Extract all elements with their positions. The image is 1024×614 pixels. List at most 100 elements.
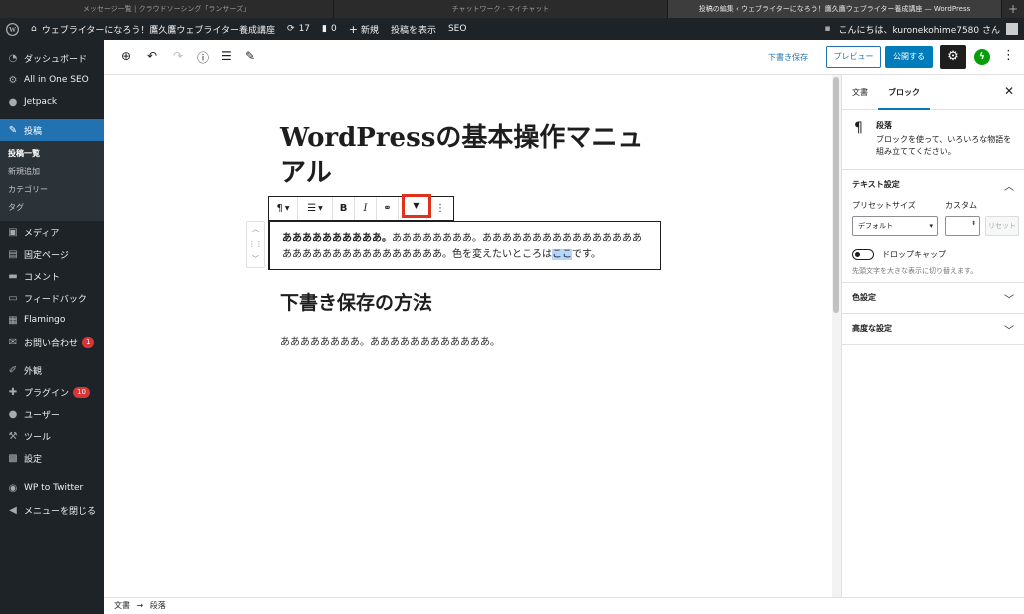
new-tab-button[interactable]: + xyxy=(1002,0,1024,18)
save-draft-button[interactable]: 下書き保存 xyxy=(768,52,808,63)
pin-icon: ✎ xyxy=(8,124,18,136)
submenu-all-posts[interactable]: 投稿一覧 xyxy=(0,145,104,163)
redo-icon[interactable]: ↷ xyxy=(173,49,183,63)
chevron-down-icon: ▾ xyxy=(929,222,933,230)
sidebar-item-flamingo[interactable]: ▦ Flamingo xyxy=(0,309,104,331)
sidebar-item-tools[interactable]: ⚒ ツール xyxy=(0,425,104,447)
settings-gear-button[interactable]: ⚙ xyxy=(940,45,966,69)
submenu-tags[interactable]: タグ xyxy=(0,199,104,217)
align-button[interactable]: ☰ ▼ xyxy=(298,197,333,220)
chevron-down-icon[interactable]: ﹀ xyxy=(1004,291,1014,306)
new-content-link[interactable]: + 新規 xyxy=(343,18,385,40)
preview-button[interactable]: プレビュー xyxy=(826,46,881,68)
home-icon: ⌂ xyxy=(31,24,37,34)
scroll-thumb[interactable] xyxy=(833,77,839,313)
sidebar-item-posts[interactable]: ✎ 投稿 xyxy=(0,119,104,141)
sidebar-item-all-in-one-seo[interactable]: ⚙ All in One SEO xyxy=(0,69,104,91)
sidebar-item-wp-to-twitter[interactable]: ◉ WP to Twitter xyxy=(0,477,104,499)
notification-icon: ▪ xyxy=(824,24,831,34)
submenu-add-new[interactable]: 新規追加 xyxy=(0,163,104,181)
wordpress-logo-icon[interactable]: W xyxy=(0,18,25,40)
chevron-down-icon[interactable]: ﹀ xyxy=(247,252,264,267)
color-settings-section[interactable]: 色設定 ﹀ xyxy=(842,283,1024,314)
sidebar-item-settings[interactable]: ▩ 設定 xyxy=(0,447,104,469)
jetpack-icon[interactable]: ϟ xyxy=(974,49,990,65)
sidebar-item-label: WP to Twitter xyxy=(24,483,84,493)
italic-button[interactable]: I xyxy=(355,197,377,220)
sidebar-item-media[interactable]: ▣ メディア xyxy=(0,221,104,243)
advanced-settings-toggle[interactable]: 高度な設定 xyxy=(842,314,1024,344)
chevron-down-icon[interactable]: ▼ xyxy=(402,194,431,218)
dashboard-icon: ◔ xyxy=(8,52,18,64)
browser-tab[interactable]: メッセージ一覧 | クラウドソーシング「ランサーズ」 xyxy=(0,0,334,18)
post-title[interactable]: WordPressの基本操作マニュアル xyxy=(280,121,660,191)
comments-link[interactable]: ▮ 0 xyxy=(316,18,343,40)
view-post-link[interactable]: 投稿を表示 xyxy=(385,18,442,40)
sidebar-item-plugins[interactable]: ✚ プラグイン 10 xyxy=(0,381,104,403)
dropcap-toggle[interactable] xyxy=(852,249,874,260)
selected-text: ここ xyxy=(552,249,572,260)
text-settings-toggle[interactable]: テキスト設定 xyxy=(842,170,1024,200)
chevron-up-icon[interactable]: ︿ xyxy=(247,222,264,237)
color-settings-toggle[interactable]: 色設定 xyxy=(842,283,1024,313)
browser-tab-active[interactable]: 投稿の編集 ‹ ウェブライターになろう！鷹久鷹ウェブライター養成講座 — Wor… xyxy=(668,0,1002,18)
sidebar-item-appearance[interactable]: ✐ 外観 xyxy=(0,359,104,381)
block-type-button[interactable]: ¶ ▼ xyxy=(269,197,298,220)
sidebar-item-feedback[interactable]: ▭ フィードバック xyxy=(0,287,104,309)
custom-size-input[interactable]: ⬍ xyxy=(945,216,980,236)
tab-document[interactable]: 文書 xyxy=(842,75,878,110)
paragraph-block[interactable]: ああああああああああ。ああああああああ。ああああああああああああああああああああ… xyxy=(268,221,661,270)
custom-size-label: カスタム xyxy=(945,201,977,210)
breadcrumb-current[interactable]: 段落 xyxy=(150,601,166,610)
sidebar-item-comments[interactable]: ▬ コメント xyxy=(0,265,104,287)
tools-pencil-icon[interactable]: ✎ xyxy=(245,49,255,63)
undo-icon[interactable]: ↶ xyxy=(147,49,157,63)
editor-toolbar: ⊕ ↶ ↷ ⓘ ☰ ✎ 下書き保存 プレビュー 公開する ⚙ ϟ ⋮ xyxy=(104,40,1024,75)
chevron-down-icon[interactable]: ﹀ xyxy=(1004,322,1014,337)
sidebar-item-contact[interactable]: ✉ お問い合わせ 1 xyxy=(0,331,104,353)
admin-bar: W ⌂ ウェブライターになろう！鷹久鷹ウェブライター養成講座 ⟳ 17 ▮ 0 … xyxy=(0,18,1024,40)
collapse-menu-button[interactable]: ◀ メニューを閉じる xyxy=(0,499,104,521)
info-icon[interactable]: ⓘ xyxy=(197,49,209,66)
paragraph-block-2[interactable]: ああああああああ。ああああああああああああ。 xyxy=(280,333,500,348)
more-options-icon[interactable]: ⋮ xyxy=(1002,48,1015,63)
twitter-icon: ◉ xyxy=(8,482,18,494)
sidebar-item-jetpack[interactable]: ● Jetpack xyxy=(0,91,104,113)
reset-button[interactable]: リセット xyxy=(985,216,1019,236)
account-menu[interactable]: ▪ こんにちは、kuronekohime7580 さん xyxy=(818,18,1024,40)
sidebar-item-dashboard[interactable]: ◔ ダッシュボード xyxy=(0,47,104,69)
chevron-up-icon[interactable]: ︿ xyxy=(1004,178,1014,193)
drag-handle-icon[interactable]: ⋮⋮ xyxy=(247,237,264,252)
settings-icon: ▩ xyxy=(8,452,18,464)
publish-button[interactable]: 公開する xyxy=(885,46,933,68)
sidebar-item-users[interactable]: ● ユーザー xyxy=(0,403,104,425)
close-icon[interactable]: ✕ xyxy=(1004,84,1014,98)
submenu-categories[interactable]: カテゴリー xyxy=(0,181,104,199)
avatar xyxy=(1006,23,1018,35)
count-badge: 1 xyxy=(82,336,95,348)
site-name: ウェブライターになろう！鷹久鷹ウェブライター養成講座 xyxy=(41,25,276,36)
text-settings-section: テキスト設定 ︿ プリセットサイズ カスタム デフォルト ▾ ⬍ リセット ドロッ… xyxy=(842,170,1024,283)
preset-size-select[interactable]: デフォルト ▾ xyxy=(852,216,938,236)
heading-block[interactable]: 下書き保存の方法 xyxy=(280,288,432,315)
block-name: 段落 xyxy=(876,121,892,130)
canvas-scrollbar[interactable] xyxy=(832,75,841,597)
bold-button[interactable]: B xyxy=(333,197,355,220)
editor-canvas: WordPressの基本操作マニュアル ¶ ▼ ☰ ▼ B I ⚭ ⋮ ▼ ︿ ⋮⋮… xyxy=(104,75,832,597)
add-block-icon[interactable]: ⊕ xyxy=(121,49,131,63)
seo-link[interactable]: SEO xyxy=(442,18,472,40)
advanced-settings-section[interactable]: 高度な設定 ﹀ xyxy=(842,314,1024,345)
gear-icon: ⚙ xyxy=(8,74,18,86)
font-size-controls: デフォルト ▾ ⬍ リセット xyxy=(842,216,1024,236)
paragraph-icon: ¶ xyxy=(854,120,863,136)
site-name-link[interactable]: ⌂ ウェブライターになろう！鷹久鷹ウェブライター養成講座 xyxy=(25,18,281,40)
tab-block[interactable]: ブロック xyxy=(878,75,930,110)
sidebar-item-pages[interactable]: ▤ 固定ページ xyxy=(0,243,104,265)
updates-link[interactable]: ⟳ 17 xyxy=(281,18,316,40)
outline-icon[interactable]: ☰ xyxy=(221,49,232,63)
link-icon[interactable]: ⚭ xyxy=(377,197,399,220)
bold-text: ああああああああああ。 xyxy=(282,233,392,244)
browser-tab[interactable]: チャットワーク - マイチャット xyxy=(334,0,668,18)
feedback-icon: ▭ xyxy=(8,292,18,304)
breadcrumb-root[interactable]: 文書 xyxy=(114,601,130,610)
